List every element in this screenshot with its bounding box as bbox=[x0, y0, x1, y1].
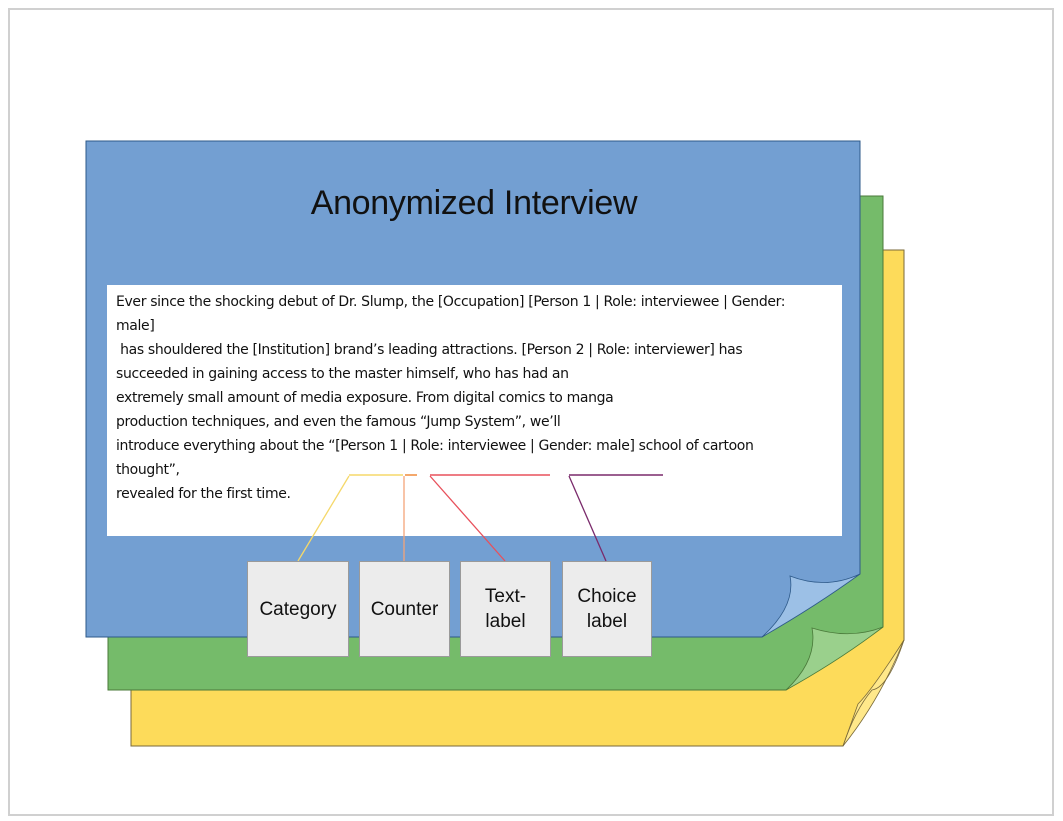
text-line: succeeded in gaining access to the maste… bbox=[116, 366, 569, 382]
interview-text-box: Ever since the shocking debut of Dr. Slu… bbox=[107, 285, 842, 536]
text-label-box: Text- label bbox=[460, 561, 551, 657]
category-label-text: Category bbox=[259, 598, 337, 620]
counter-label-box: Counter bbox=[359, 561, 450, 657]
counter-label-text: Counter bbox=[370, 598, 439, 620]
text-line: extremely small amount of media exposure… bbox=[116, 390, 614, 406]
diagram-title: Anonymized Interview bbox=[310, 184, 638, 222]
text-line: Ever since the shocking debut of Dr. Slu… bbox=[116, 294, 786, 310]
text-line: introduce everything about the “[Person … bbox=[116, 438, 754, 454]
text-line: male] bbox=[116, 318, 155, 334]
text-line: revealed for the first time. bbox=[116, 486, 291, 502]
choice-label-box: Choice label bbox=[562, 561, 652, 657]
text-line: has shouldered the [Institution] brand’s… bbox=[116, 342, 743, 358]
text-label-text: Text- label bbox=[484, 586, 527, 632]
text-line: production techniques, and even the famo… bbox=[116, 414, 561, 430]
category-label-box: Category bbox=[247, 561, 349, 657]
choice-label-text: Choice label bbox=[577, 586, 637, 632]
text-line: thought”, bbox=[116, 462, 180, 478]
